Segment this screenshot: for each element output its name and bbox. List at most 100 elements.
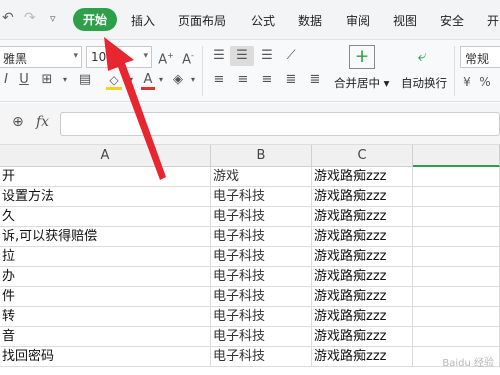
clear-format-icon[interactable]: ◈ (168, 70, 188, 90)
table-cell[interactable]: 电子科技 (211, 247, 312, 267)
font-family-value: 雅黑 (3, 52, 28, 66)
percent-icon[interactable]: % (476, 72, 494, 92)
table-cell[interactable]: 游戏路痴zzz (312, 267, 413, 287)
table-cell[interactable] (413, 327, 500, 347)
font-size-select[interactable]: 10 ▾ (86, 46, 152, 68)
number-format-value: 常规 (465, 52, 490, 66)
undo-icon[interactable]: ↶ (2, 10, 14, 26)
tab-insert[interactable]: 插入 (131, 12, 155, 29)
table-cell[interactable]: 游戏路痴zzz (312, 227, 413, 247)
table-cell[interactable]: 游戏路痴zzz (312, 307, 413, 327)
align-center-icon[interactable]: ≡ (232, 70, 254, 90)
table-cell[interactable]: 音 (0, 327, 211, 347)
table-cell[interactable]: 电子科技 (211, 347, 312, 367)
align-middle-icon[interactable]: ☰ (230, 46, 254, 66)
table-cell[interactable]: 游戏路痴zzz (312, 347, 413, 367)
chevron-down-icon: ▾ (73, 51, 78, 61)
chevron-down-icon[interactable]: ▾ (156, 70, 166, 90)
underline-icon[interactable]: U (16, 70, 32, 90)
chevron-down-icon[interactable]: ▾ (126, 70, 136, 90)
spreadsheet-grid: A B C 开游戏 游戏路痴zzz 设置方法 电子科技 游戏路痴zzz 久电子科技 游戏路痴… (0, 145, 500, 375)
tab-review[interactable]: 审阅 (346, 12, 370, 29)
wrap-text-button[interactable]: 自动换行 (398, 73, 450, 93)
align-left-icon[interactable]: ≡ (208, 70, 230, 90)
ribbon: 雅黑 ▾ 10 ▾ A+ A- I U ⊞ ▾ ▤ ◇ ▾ A ▾ ◈ ▾ ☰ … (0, 40, 500, 102)
column-header-a[interactable]: A (0, 145, 211, 167)
table-cell[interactable] (413, 167, 500, 187)
font-family-select[interactable]: 雅黑 ▾ (0, 46, 82, 68)
table-cell[interactable]: 诉,可以获得赔偿 (0, 227, 211, 247)
table-cell[interactable]: 件 (0, 287, 211, 307)
tab-data[interactable]: 数据 (298, 12, 322, 29)
table-cell[interactable] (413, 247, 500, 267)
table-cell[interactable] (413, 227, 500, 247)
table-cell[interactable]: 游戏 (211, 167, 312, 187)
table-cell[interactable]: 电子科技 (211, 207, 312, 227)
tab-home[interactable]: 开始 (73, 8, 118, 31)
wrap-text-icon[interactable]: ⤶ (409, 45, 435, 69)
grow-font-icon[interactable]: A+ (157, 46, 175, 70)
distributed-icon[interactable]: ≣ (304, 70, 326, 90)
table-cell[interactable]: 久 (0, 207, 211, 227)
table-cell[interactable]: 电子科技 (211, 307, 312, 327)
chevron-down-icon: ▾ (143, 51, 148, 61)
align-bottom-icon[interactable]: ☰ (256, 46, 278, 66)
table-cell[interactable] (413, 307, 500, 327)
italic-icon[interactable]: I (0, 70, 12, 90)
chevron-down-icon[interactable]: ▾ (60, 70, 70, 90)
table-cell[interactable]: 设置方法 (0, 187, 211, 207)
ribbon-divider (454, 46, 455, 96)
table-cell[interactable]: 游戏路痴zzz (312, 187, 413, 207)
justify-icon[interactable]: ≣ (280, 70, 302, 90)
table-cell[interactable] (413, 267, 500, 287)
table-cell[interactable]: 找回密码 (0, 347, 211, 367)
table-cell[interactable]: 开 (0, 167, 211, 187)
currency-icon[interactable]: ¥ (458, 72, 476, 92)
tab-developer[interactable]: 开 (487, 12, 499, 29)
number-format-select[interactable]: 常规 (460, 46, 500, 68)
table-cell[interactable]: 游戏路痴zzz (312, 327, 413, 347)
orientation-icon[interactable]: ⟋ (280, 46, 302, 66)
menu-bar: ↶ ↷ ▿ 开始 插入 页面布局 公式 数据 审阅 视图 安全 开 (0, 0, 500, 40)
chevron-down-icon[interactable]: ▿ (50, 12, 56, 25)
table-cell[interactable] (413, 207, 500, 227)
fill-color-icon[interactable]: ◇ (104, 70, 124, 90)
fx-icon[interactable]: fx (36, 114, 49, 130)
table-cell[interactable]: 游戏路痴zzz (312, 207, 413, 227)
merge-center-icon[interactable]: ⵜ (349, 45, 375, 69)
table-cell[interactable]: 拉 (0, 247, 211, 267)
merge-center-button[interactable]: 合并居中 ▾ (334, 73, 394, 93)
table-cell[interactable]: 转 (0, 307, 211, 327)
tab-page-layout[interactable]: 页面布局 (178, 12, 226, 29)
table-cell[interactable]: 电子科技 (211, 227, 312, 247)
border-icon[interactable]: ⊞ (38, 70, 56, 90)
align-right-icon[interactable]: ≡ (256, 70, 278, 90)
table-cell[interactable]: 游戏路痴zzz (312, 287, 413, 307)
column-header-c[interactable]: C (312, 145, 413, 167)
table-cell[interactable]: 游戏路痴zzz (312, 167, 413, 187)
column-header-d[interactable] (413, 145, 500, 167)
align-top-icon[interactable]: ☰ (208, 46, 230, 66)
zoom-icon[interactable]: ⊕ (12, 114, 24, 130)
tab-formulas[interactable]: 公式 (251, 12, 275, 29)
redo-icon[interactable]: ↷ (24, 10, 36, 26)
table-cell[interactable]: 电子科技 (211, 187, 312, 207)
merge-center-label: 合并居中 (334, 76, 380, 90)
formula-input[interactable] (60, 112, 500, 136)
table-cell[interactable]: 游戏路痴zzz (312, 247, 413, 267)
column-header-b[interactable]: B (211, 145, 312, 167)
shrink-font-icon[interactable]: A- (179, 46, 197, 70)
table-cell[interactable]: 电子科技 (211, 327, 312, 347)
table-cell[interactable]: 办 (0, 267, 211, 287)
watermark: Baidu 经验 (442, 358, 494, 369)
cell-style-icon[interactable]: ▤ (74, 70, 96, 90)
chevron-down-icon[interactable]: ▾ (188, 70, 198, 90)
tab-security[interactable]: 安全 (440, 12, 464, 29)
tab-view[interactable]: 视图 (393, 12, 417, 29)
ribbon-divider (202, 46, 203, 96)
table-cell[interactable] (413, 287, 500, 307)
table-cell[interactable] (413, 187, 500, 207)
table-cell[interactable]: 电子科技 (211, 287, 312, 307)
table-cell[interactable]: 电子科技 (211, 267, 312, 287)
font-color-icon[interactable]: A (140, 70, 156, 90)
